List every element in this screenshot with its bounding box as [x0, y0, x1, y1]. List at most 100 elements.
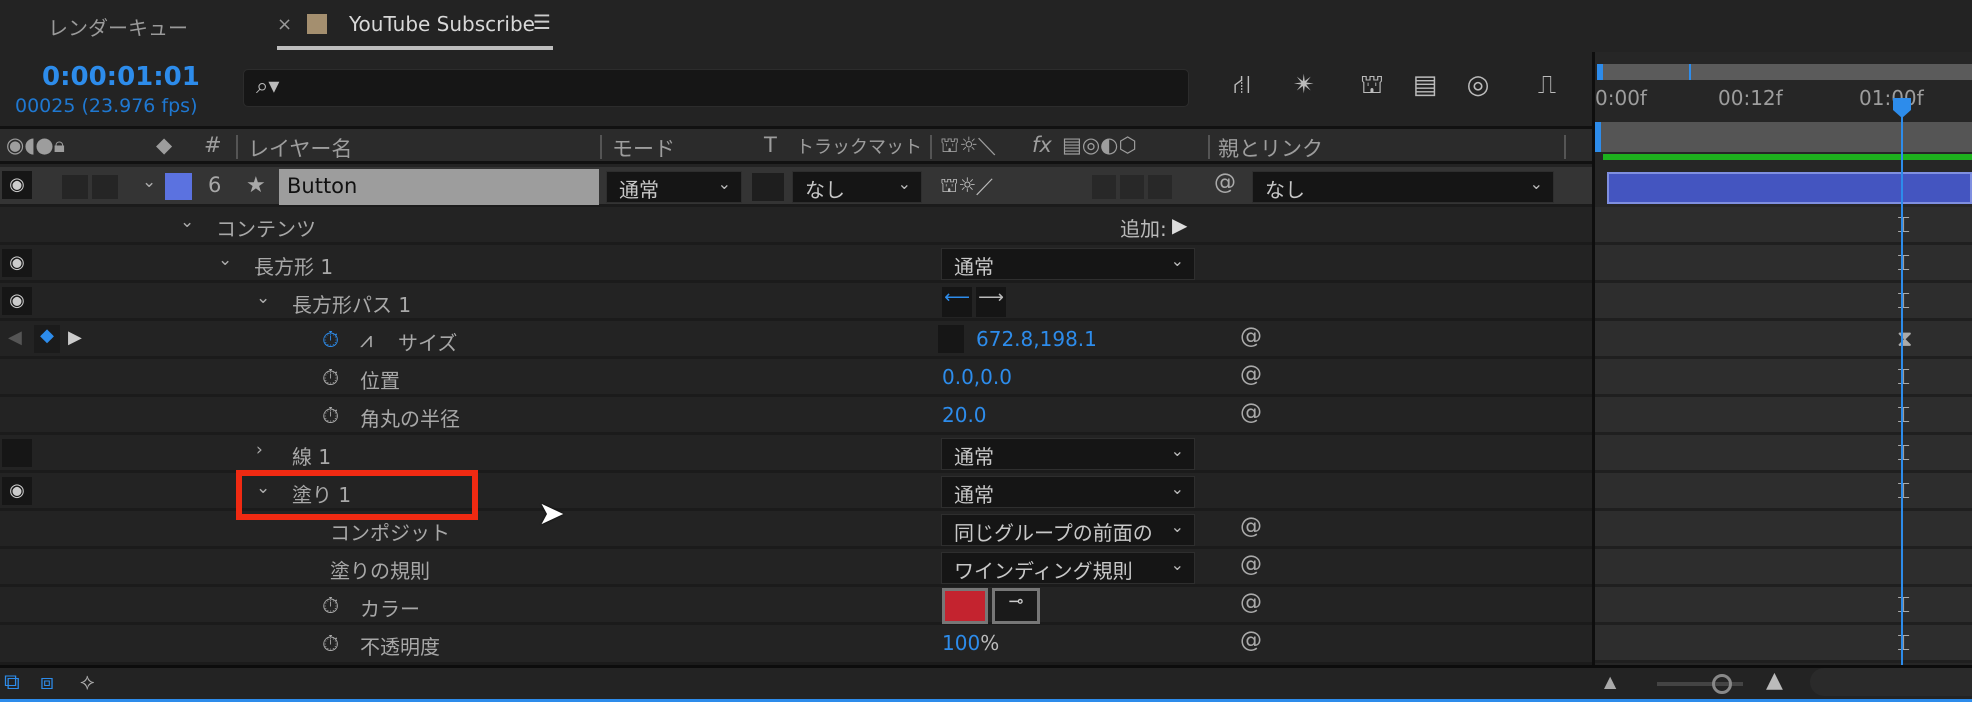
fill-blend-mode-dropdown[interactable]: 通常 ⌄	[941, 476, 1195, 508]
layer-name-field[interactable]: Button	[279, 169, 599, 205]
layer-name-header[interactable]: レイヤー名	[248, 133, 352, 163]
opacity-label: 不透明度	[360, 635, 440, 659]
stopwatch-icon[interactable]: ⏱	[322, 328, 339, 353]
constrain-proportions-toggle[interactable]	[938, 325, 964, 353]
shy-icon[interactable]: ⛫	[1352, 70, 1392, 106]
av-switch-icons: ◉◖●🔒︎	[6, 133, 65, 157]
size-value[interactable]: 672.8,198.1	[976, 327, 1097, 351]
eye-icon[interactable]: ◉	[2, 171, 32, 199]
property-row-color[interactable]: ⏱ カラー ⊸ @	[0, 587, 1592, 625]
layer-row[interactable]: ◉ ⌄ 6 ★ Button 通常 ⌄ なし ⌄ ⛫☼⟋ @ なし ⌄	[0, 167, 1592, 207]
zoom-in-icon[interactable]: ▲	[1766, 668, 1783, 693]
playhead-line[interactable]	[1901, 112, 1903, 665]
stroke-blend-mode-dropdown[interactable]: 通常 ⌄	[941, 438, 1195, 470]
roundness-label: 角丸の半径	[360, 407, 460, 431]
eye-icon[interactable]: ◉	[2, 287, 32, 315]
eye-icon[interactable]: ◉	[2, 249, 32, 277]
eye-icon[interactable]: ◉	[2, 477, 32, 505]
property-row-position[interactable]: ⏱ 位置 0.0,0.0 @	[0, 359, 1592, 397]
layer-switches-icons[interactable]: ⛫☼⟋	[940, 173, 993, 200]
stopwatch-icon[interactable]: ⏱	[322, 632, 339, 657]
chevron-down-icon[interactable]: ⌄	[218, 250, 232, 270]
rect-blend-mode-dropdown[interactable]: 通常 ⌄	[941, 248, 1195, 280]
stopwatch-icon[interactable]: ⏱	[322, 594, 339, 619]
preserve-transparency-toggle[interactable]	[752, 173, 784, 201]
comp-color-swatch	[307, 14, 327, 34]
property-row-rect[interactable]: ◉ ⌄ 長方形 1 通常 ⌄	[0, 245, 1592, 283]
chevron-down-icon[interactable]: ⌄	[256, 288, 270, 308]
add-label[interactable]: 追加:	[1120, 213, 1167, 242]
property-row-fill-rule[interactable]: 塗りの規則 ワインディング規則 ⌄ @	[0, 549, 1592, 587]
pick-whip-icon[interactable]: @	[1214, 170, 1236, 195]
graph-icon[interactable]: ⩘	[360, 328, 372, 353]
property-row-roundness[interactable]: ⏱ 角丸の半径 20.0 @	[0, 397, 1592, 435]
close-icon[interactable]: ×	[277, 14, 292, 35]
switches-header-icons: ⛫☼⟍	[940, 133, 997, 157]
property-row-contents[interactable]: ⌄ コンテンツ 追加: ▶	[0, 207, 1592, 245]
chevron-down-icon[interactable]: ⌄	[142, 172, 156, 192]
position-value[interactable]: 0.0,0.0	[942, 365, 1012, 389]
size-label: サイズ	[398, 331, 458, 355]
prev-keyframe-icon[interactable]: ◀	[8, 327, 22, 348]
path-direction-ccw-icon[interactable]: ⟶	[976, 287, 1006, 317]
number-header: #	[204, 133, 222, 157]
property-row-opacity[interactable]: ⏱ 不透明度 100% @	[0, 625, 1592, 665]
tab-render-queue[interactable]: レンダーキュー	[48, 12, 188, 41]
keyframe-icon: ⌶	[1897, 213, 1911, 238]
keyframe-icon: ⌶	[1897, 441, 1911, 466]
chevron-down-icon[interactable]: ⌄	[180, 212, 194, 232]
frame-blending-icon[interactable]: ▤	[1405, 70, 1445, 106]
eyedropper-icon[interactable]: ⊸	[992, 588, 1040, 624]
add-menu-icon[interactable]: ▶	[1172, 213, 1187, 237]
keyframe-icon: ⌶	[1897, 631, 1911, 656]
current-time[interactable]: 0:00:01:01	[42, 62, 200, 92]
color-swatch[interactable]	[942, 588, 988, 624]
work-area-bar[interactable]	[1595, 122, 1972, 152]
add-keyframe-icon[interactable]: ◆	[34, 325, 60, 353]
timeline-scrollbar[interactable]	[1810, 668, 1972, 696]
in-out-toggle-icon[interactable]: ⟡	[80, 670, 95, 695]
next-keyframe-icon[interactable]: ▶	[68, 327, 82, 348]
layer-duration-bar[interactable]	[1607, 172, 1972, 204]
stopwatch-icon[interactable]: ⏱	[322, 366, 339, 391]
expression-pick-whip-icon[interactable]: @	[1240, 514, 1262, 539]
tab-composition[interactable]: × YouTube Subscribe ☰	[277, 8, 553, 50]
expression-pick-whip-icon[interactable]: @	[1240, 400, 1262, 425]
fx-header: fx	[1032, 133, 1052, 157]
fill-rule-dropdown[interactable]: ワインディング規則 ⌄	[941, 552, 1195, 584]
column-header: ◉◖●🔒︎ ◆ # レイヤー名 モード T トラックマット ⛫☼⟍ fx ▤◎◐…	[0, 126, 1592, 164]
mode-dropdown[interactable]: 通常 ⌄	[606, 171, 742, 203]
expression-pick-whip-icon[interactable]: @	[1240, 628, 1262, 653]
menu-icon[interactable]: ☰	[533, 10, 551, 34]
zoom-out-icon[interactable]: ▲	[1604, 672, 1616, 691]
roundness-value[interactable]: 20.0	[942, 403, 987, 427]
position-label: 位置	[360, 369, 400, 393]
composition-flowchart-icon[interactable]: ⛙	[1222, 70, 1262, 106]
timeline-panel[interactable]: 0:00f 00:12f 01:00f ⌶ ⌶ ⌶ ⧗ ⌶ ⌶ ⌶ ⌶ ⌶ ⌶	[1595, 52, 1972, 665]
expression-pick-whip-icon[interactable]: @	[1240, 552, 1262, 577]
composite-dropdown[interactable]: 同じグループの前面の ⌄	[941, 514, 1195, 546]
expression-pick-whip-icon[interactable]: @	[1240, 362, 1262, 387]
contents-label: コンテンツ	[216, 217, 316, 241]
zoom-slider-thumb[interactable]	[1712, 674, 1732, 694]
draft-3d-icon[interactable]: ✴	[1284, 70, 1324, 106]
opacity-value[interactable]: 100%	[942, 631, 999, 655]
path-direction-cw-icon[interactable]: ⟵	[942, 287, 972, 317]
search-input[interactable]: ⌕▾	[243, 69, 1189, 107]
eye-toggle-off[interactable]	[2, 439, 32, 467]
label-color-swatch[interactable]	[165, 173, 192, 200]
parent-dropdown[interactable]: なし ⌄	[1252, 171, 1554, 203]
graph-editor-icon[interactable]: ⎍	[1527, 70, 1567, 106]
expression-pick-whip-icon[interactable]: @	[1240, 324, 1262, 349]
time-navigator[interactable]	[1597, 64, 1972, 80]
chevron-right-icon[interactable]: ›	[256, 440, 263, 460]
motion-blur-icon[interactable]: ◎	[1458, 70, 1498, 106]
property-row-rect-path[interactable]: ◉ ⌄ 長方形パス 1 ⟵ ⟶	[0, 283, 1592, 321]
layer-switches-toggle-icon[interactable]: ⧉	[4, 670, 20, 695]
property-row-stroke[interactable]: › 線 1 通常 ⌄	[0, 435, 1592, 473]
stopwatch-icon[interactable]: ⏱	[322, 404, 339, 429]
transfer-controls-toggle-icon[interactable]: ⧈	[40, 670, 54, 695]
property-row-size[interactable]: ◀ ◆ ▶ ⏱ ⩘ サイズ 672.8,198.1 @	[0, 321, 1592, 359]
expression-pick-whip-icon[interactable]: @	[1240, 590, 1262, 615]
track-matte-dropdown[interactable]: なし ⌄	[792, 171, 922, 203]
